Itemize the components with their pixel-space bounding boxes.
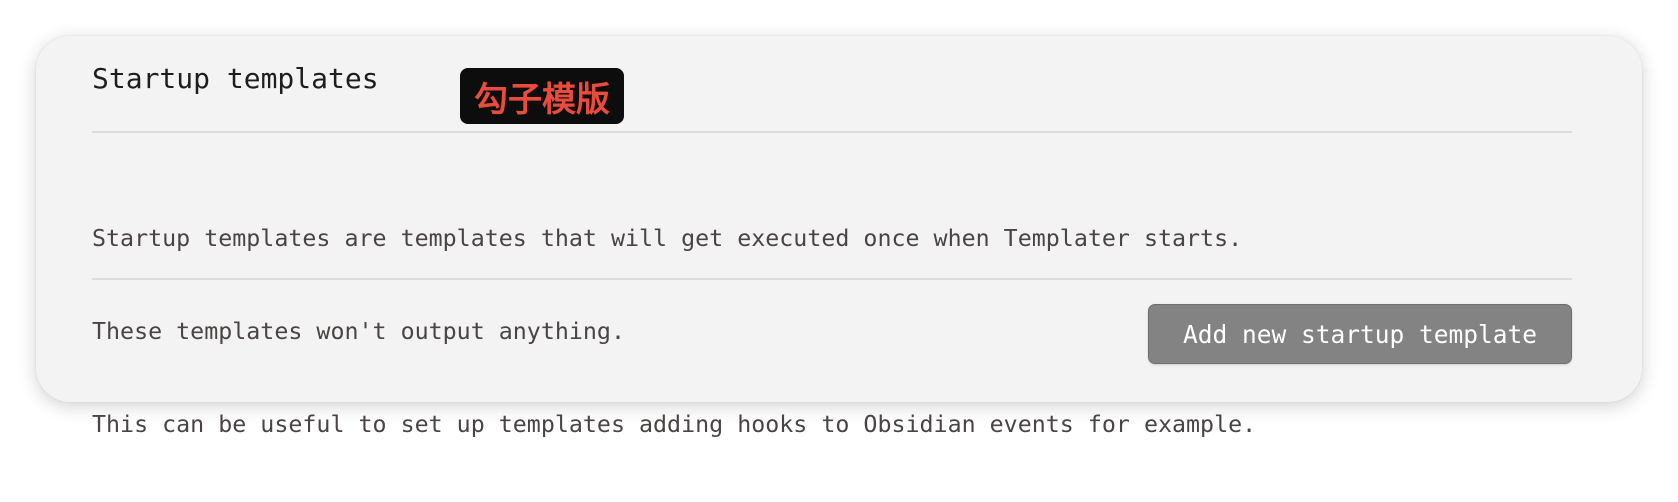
annotation-badge: 勾子模版 (460, 68, 624, 124)
startup-templates-panel: Startup templates 勾子模版 Startup templates… (36, 36, 1642, 438)
add-startup-template-button[interactable]: Add new startup template (1148, 304, 1572, 364)
description-line: This can be useful to set up templates a… (92, 411, 1257, 438)
section-heading: Startup templates (92, 62, 379, 95)
divider (92, 278, 1572, 280)
divider (92, 131, 1572, 133)
description-line: Startup templates are templates that wil… (92, 225, 1243, 252)
